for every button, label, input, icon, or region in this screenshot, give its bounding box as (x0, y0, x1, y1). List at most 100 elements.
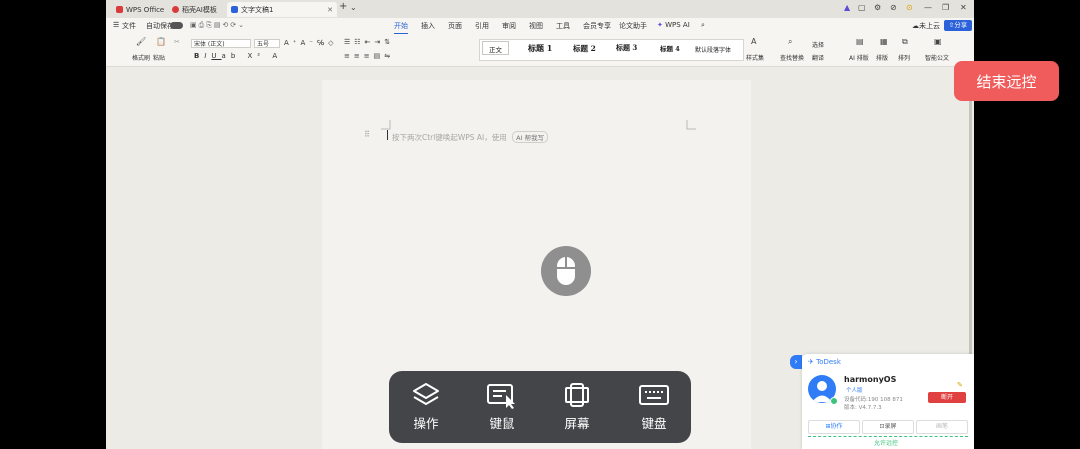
collapse-panel-button[interactable]: › (790, 355, 802, 369)
layout-label[interactable]: 排版 (876, 53, 888, 62)
keyboard-mouse-label: 键鼠 (489, 416, 515, 431)
font-size-select[interactable]: 五号 (254, 39, 280, 48)
ai-hint: 按下两次Ctrl键唤起WPS AI，使用 AI 帮我写 (392, 131, 549, 143)
list-buttons[interactable]: ☰☷⇤⇥⇅ (344, 38, 394, 46)
menu-review[interactable]: 审阅 (502, 21, 516, 31)
font-format-buttons[interactable]: BIUab X² A (194, 52, 282, 60)
window-icon[interactable]: ▢ (858, 3, 866, 12)
skin-icon[interactable]: ⊘ (890, 3, 897, 12)
share-label: 分享 (954, 21, 968, 29)
todesk-panel: ✈ ToDesk harmonyOS 个人版 设备代码:190 108 871 … (802, 354, 974, 449)
operation-button[interactable]: 操作 (396, 381, 456, 432)
edition-tag: 个人版 (846, 388, 863, 394)
menu-thesis[interactable]: 论文助手 (619, 21, 647, 31)
style-heading-4[interactable]: 标题 4 (660, 43, 680, 53)
mouse-mode-button[interactable] (541, 246, 591, 296)
menu-tools[interactable]: 工具 (556, 21, 570, 31)
menu-insert[interactable]: 插入 (421, 21, 435, 31)
device-name: harmonyOS (844, 375, 897, 384)
tab-document[interactable]: 文字文稿1 ✕ (227, 2, 337, 17)
format-painter-label[interactable]: 格式刷 (132, 53, 150, 62)
paste-label[interactable]: 粘贴 (153, 53, 165, 62)
document-icon (231, 6, 238, 13)
paste-icon[interactable]: 📋 (156, 37, 166, 46)
chevron-down-icon[interactable]: ⌄ (350, 3, 357, 12)
style-normal[interactable]: 正文 (482, 41, 509, 55)
tab-wps-office[interactable]: WPS Office (112, 2, 172, 17)
ai-icon[interactable]: ▲ (844, 3, 850, 12)
todesk-logo-icon: ✈ (808, 358, 814, 366)
keyboard-label: 键盘 (641, 416, 667, 431)
arrange-icon[interactable]: ⧉ (902, 37, 908, 47)
close-tab-icon[interactable]: ✕ (327, 6, 333, 14)
close-window-icon[interactable]: ✕ (960, 3, 967, 12)
hamburger-icon[interactable]: ☰ (113, 21, 119, 29)
collaborate-button[interactable]: ⊞协作 (808, 420, 860, 434)
keyboard-mouse-button[interactable]: 键鼠 (472, 381, 532, 432)
keyboard-button[interactable]: 键盘 (624, 381, 684, 432)
layers-icon (413, 383, 439, 405)
tab-label: WPS Office (126, 5, 165, 14)
menu-page[interactable]: 页面 (448, 21, 462, 31)
align-buttons[interactable]: ≡≡≡▤⇋ (344, 52, 394, 60)
keyboard-icon (639, 385, 669, 405)
keyboard-mouse-icon (487, 384, 515, 409)
style-heading-3[interactable]: 标题 3 (616, 43, 637, 53)
ai-layout-icon[interactable]: ▤ (856, 37, 864, 46)
text-cursor (387, 130, 388, 140)
wps-ai-label: WPS AI (665, 21, 690, 29)
style-heading-2[interactable]: 标题 2 (573, 43, 596, 54)
title-bar: WPS Office 稻壳AI模板 文字文稿1 ✕ + ⌄ ▲ ▢ ⚙ ⊘ ⊙ … (106, 0, 974, 18)
autosave-toggle[interactable] (170, 22, 183, 29)
select-label[interactable]: 选择 (812, 40, 824, 49)
style-heading-1[interactable]: 标题 1 (528, 43, 552, 54)
ai-layout-label[interactable]: AI 排版 (849, 53, 869, 62)
scrollbar-thumb[interactable] (969, 72, 972, 362)
disconnect-button[interactable]: 断开 (928, 392, 966, 403)
tab-label: 稻壳AI模板 (182, 5, 217, 14)
screen-button[interactable]: 屏幕 (547, 381, 607, 432)
smart-doc-label[interactable]: 智能公文 (925, 53, 949, 62)
menu-wps-ai[interactable]: ✦ WPS AI (657, 21, 690, 29)
font-size-buttons[interactable]: A⁺A⁻℅◇ (284, 39, 337, 47)
operation-label: 操作 (413, 416, 439, 431)
menu-home[interactable]: 开始 (394, 21, 408, 34)
search-icon[interactable]: ⌕ (701, 21, 705, 30)
settings-icon[interactable]: ⚙ (874, 3, 881, 12)
maximize-icon[interactable]: ❐ (942, 3, 949, 12)
find-icon[interactable]: ⌕ (788, 37, 792, 47)
tab-label: 文字文稿1 (241, 5, 274, 14)
edit-icon[interactable]: ✎ (957, 381, 963, 389)
end-remote-control-button[interactable]: 结束远控 (954, 61, 1059, 101)
wps-logo-icon (116, 6, 123, 13)
cloud-status[interactable]: ☁未上云 (912, 21, 940, 31)
drag-handle-icon[interactable]: ⠿ (364, 130, 370, 139)
smart-doc-icon[interactable]: ▣ (934, 37, 942, 46)
new-tab-icon[interactable]: + (339, 1, 347, 12)
cloud-label: 未上云 (919, 22, 940, 30)
menu-view[interactable]: 视图 (529, 21, 543, 31)
cut-icon[interactable]: ✂ (174, 38, 180, 46)
quick-access-icons[interactable]: ▣⎙⎘▤⟲⟳⌄ (190, 21, 246, 30)
style-default-paragraph-font[interactable]: 默认段落字体 (695, 45, 731, 54)
translate-label[interactable]: 翻译 (812, 53, 824, 62)
notes-button[interactable]: 画笔 (916, 420, 968, 434)
share-button[interactable]: ⇧分享 (944, 20, 972, 31)
cloud-icon: ☁ (912, 22, 919, 30)
member-icon[interactable]: ⊙ (906, 3, 913, 12)
menu-member[interactable]: 会员专享 (583, 21, 611, 31)
record-button[interactable]: ⊡录屏 (862, 420, 914, 434)
minimize-icon[interactable]: — (924, 3, 932, 12)
style-set-label[interactable]: 样式集 (746, 53, 764, 62)
menu-reference[interactable]: 引用 (475, 21, 489, 31)
menu-file[interactable]: 文件 (122, 21, 136, 31)
page-margin-corner (381, 120, 391, 130)
find-replace-label[interactable]: 查找替换 (780, 53, 804, 62)
ai-write-button[interactable]: AI 帮我写 (512, 131, 549, 143)
layout-icon[interactable]: ▦ (880, 37, 888, 46)
arrange-label[interactable]: 排列 (898, 53, 910, 62)
style-set-icon[interactable]: A (751, 37, 756, 46)
font-name-select[interactable]: 宋体 (正文) (191, 39, 251, 48)
tab-docer-templates[interactable]: 稻壳AI模板 (168, 2, 226, 17)
format-painter-icon[interactable]: 🖌 (136, 37, 146, 46)
